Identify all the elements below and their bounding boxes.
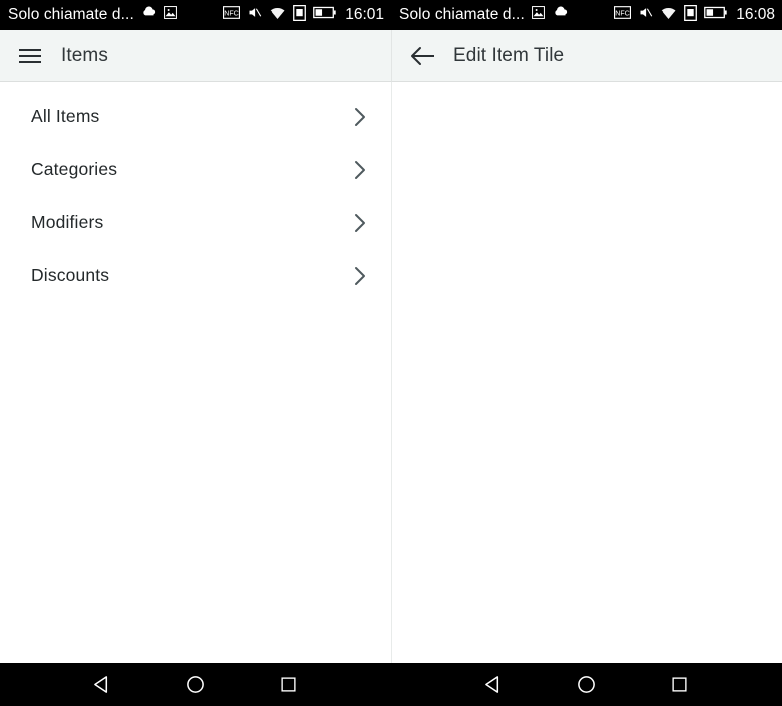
navigation-bar-right: [391, 663, 782, 706]
edit-item-tile-pane: CHOOSE LABEL COLOR PHOTO LABEL: [391, 82, 782, 663]
sidebar-item-label: Categories: [31, 159, 118, 179]
chevron-right-icon: [354, 213, 367, 233]
status-bar-right: Solo chiamate d... NFC 16:08: [391, 0, 782, 30]
status-bar-left: Solo chiamate d... NFC 16:01: [0, 0, 391, 30]
chevron-right-icon: [354, 266, 367, 286]
home-circle-icon[interactable]: [573, 671, 601, 699]
cloud-icon: [552, 4, 569, 26]
clock-right: 16:08: [736, 6, 775, 23]
app-bar-row: Items Edit Item Tile: [0, 30, 782, 82]
status-bar-row: Solo chiamate d... NFC 16:01 Solo chiama…: [0, 0, 782, 30]
mute-icon: [638, 5, 653, 25]
hamburger-menu-icon[interactable]: [17, 43, 43, 69]
battery-icon: [704, 6, 727, 24]
svg-text:NFC: NFC: [615, 9, 630, 17]
status-bar-left-cluster: Solo chiamate d...: [0, 4, 178, 26]
mute-icon: [247, 5, 262, 25]
app-bar-edit-item-tile: Edit Item Tile: [391, 30, 782, 82]
sidebar-item-categories[interactable]: Categories: [0, 143, 391, 196]
wifi-icon: [269, 6, 286, 25]
content-row: All Items Categories Modifiers Discounts: [0, 82, 782, 663]
nfc-icon: NFC: [223, 6, 241, 24]
status-icons-right-bar: NFC 16:08: [614, 0, 775, 30]
android-navigation-bar: [0, 663, 782, 706]
sidebar-item-discounts[interactable]: Discounts: [0, 249, 391, 302]
app-bar-items: Items: [0, 30, 391, 82]
nfc-icon: NFC: [614, 6, 632, 24]
items-nav-pane: All Items Categories Modifiers Discounts: [0, 82, 391, 663]
carrier-label-right: Solo chiamate d...: [399, 6, 525, 23]
sim-card-icon: [684, 4, 698, 26]
image-sync-icon: [531, 5, 546, 25]
home-circle-icon[interactable]: [182, 671, 210, 699]
arrow-left-icon[interactable]: [409, 43, 435, 69]
page-title-items: Items: [61, 44, 108, 66]
page-title-edit-item-tile: Edit Item Tile: [453, 44, 565, 66]
back-triangle-icon[interactable]: [89, 671, 117, 699]
chevron-right-icon: [354, 160, 367, 180]
svg-text:NFC: NFC: [224, 9, 239, 17]
sidebar-item-label: Discounts: [31, 265, 110, 285]
chevron-right-icon: [354, 107, 367, 127]
clock-left: 16:01: [345, 6, 384, 23]
sim-card-icon: [293, 4, 307, 26]
recents-square-icon[interactable]: [666, 671, 694, 699]
sidebar-item-label: All Items: [31, 106, 100, 126]
recents-square-icon[interactable]: [275, 671, 303, 699]
wifi-icon: [660, 6, 677, 25]
battery-icon: [313, 6, 336, 24]
screen: Solo chiamate d... NFC 16:01 Solo chiama…: [0, 0, 782, 706]
carrier-label-left: Solo chiamate d...: [8, 6, 134, 23]
navigation-bar-left: [0, 663, 391, 706]
image-sync-icon: [163, 5, 178, 25]
cloud-icon: [140, 4, 157, 26]
sidebar-item-all-items[interactable]: All Items: [0, 90, 391, 143]
sidebar-item-label: Modifiers: [31, 212, 104, 232]
sidebar-item-modifiers[interactable]: Modifiers: [0, 196, 391, 249]
status-bar-right-cluster: Solo chiamate d...: [391, 4, 569, 26]
status-icons-left-bar: NFC 16:01: [223, 0, 384, 30]
back-triangle-icon[interactable]: [480, 671, 508, 699]
